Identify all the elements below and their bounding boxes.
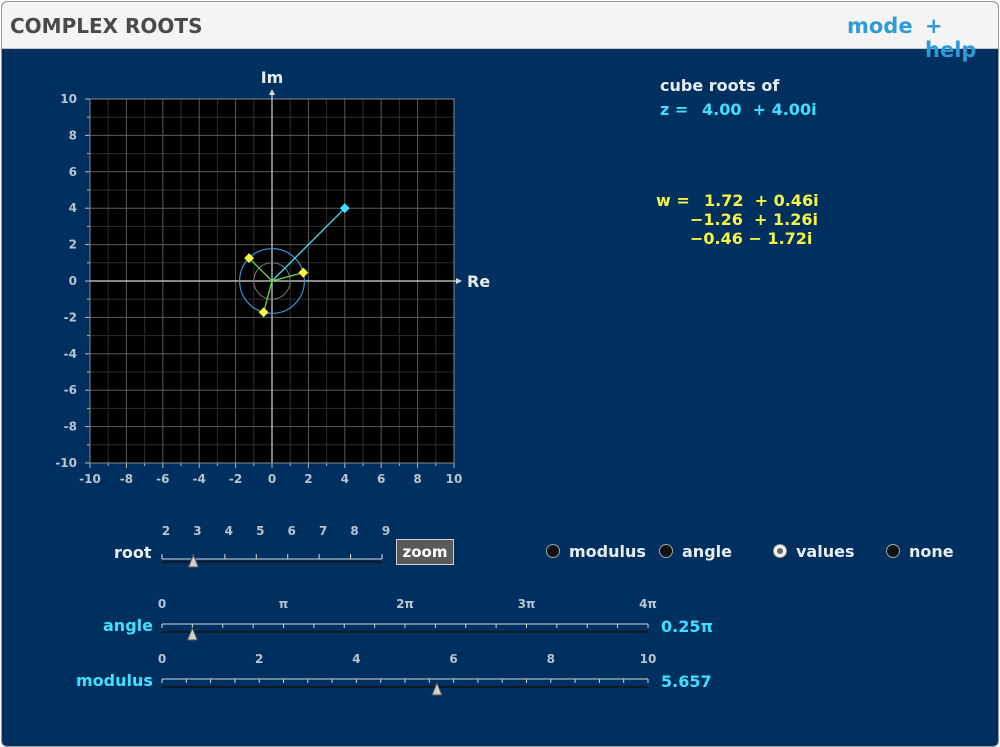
root-slider[interactable] [158, 541, 388, 571]
app-title: COMPLEX ROOTS [10, 14, 203, 38]
radio-angle[interactable]: angle [659, 540, 732, 562]
y-tick-label: -10 [55, 456, 77, 470]
modulus-tick-label: 0 [157, 652, 167, 666]
y-tick-label: 8 [69, 128, 77, 142]
radio-values-label: values [796, 541, 855, 561]
y-tick-label: -2 [64, 310, 77, 324]
mode-link[interactable]: mode [847, 14, 913, 38]
zoom-button[interactable]: zoom [396, 539, 454, 565]
angle-tick-label: 3π [517, 597, 536, 611]
radio-angle-dot[interactable] [659, 544, 673, 558]
x-tick-label: 4 [341, 472, 349, 486]
radio-modulus[interactable]: modulus [546, 540, 646, 562]
root-tick-label: 9 [381, 524, 391, 538]
main-panel: -10 -10 -8 -8 -6 -6 -4 -4 -2 -2 0 0 2 2 4 4 6 6 8 8 10 10 Re I… [2, 49, 998, 746]
angle-tick-label: 2π [396, 597, 414, 611]
radio-none[interactable]: none [886, 540, 954, 562]
x-tick-label: -10 [79, 472, 101, 486]
radio-angle-label: angle [682, 541, 732, 561]
app-window: COMPLEX ROOTS mode + help -10 -10 -8 -8 -6 -6… [1, 1, 999, 747]
y-tick-label: -6 [64, 383, 77, 397]
readout-header: cube roots of [660, 76, 780, 95]
y-tick-label: 4 [69, 201, 77, 215]
title-bar: COMPLEX ROOTS mode + help [2, 2, 998, 62]
radio-modulus-dot[interactable] [546, 544, 560, 558]
radio-modulus-label: modulus [569, 541, 646, 561]
root-value-2: −1.26 + 1.26i [690, 210, 818, 229]
x-tick-label: 2 [304, 472, 312, 486]
modulus-tick-label: 4 [352, 652, 361, 666]
modulus-slider[interactable] [158, 669, 658, 699]
y-tick-label: 10 [60, 92, 77, 106]
y-tick-label: -8 [64, 420, 77, 434]
angle-tick-label: 4π [639, 597, 657, 611]
radio-values[interactable]: values [773, 540, 854, 562]
w-label: w = [656, 191, 690, 210]
x-tick-label: -4 [193, 472, 206, 486]
z-value: 4.00 + 4.00i [702, 100, 817, 119]
modulus-tick-label: 10 [639, 652, 657, 666]
imag-axis-arrow [269, 89, 275, 95]
modulus-tick-label: 2 [255, 652, 264, 666]
x-tick-label: 6 [377, 472, 385, 486]
y-tick-label: -4 [64, 347, 77, 361]
y-tick-label: 2 [69, 238, 77, 252]
modulus-value: 5.657 [661, 672, 712, 691]
x-tick-label: 8 [413, 472, 421, 486]
root-tick-label: 6 [287, 524, 296, 538]
modulus-tick-label: 6 [449, 652, 458, 666]
root-slider-label: root [114, 543, 152, 562]
y-tick-label: 0 [69, 274, 77, 288]
angle-tick-label: π [278, 597, 289, 611]
root-tick-label: 5 [256, 524, 265, 538]
radio-values-dot[interactable] [773, 544, 787, 558]
radio-none-label: none [909, 541, 954, 561]
root-tick-label: 2 [161, 524, 171, 538]
modulus-slider-label: modulus [76, 671, 153, 690]
angle-slider[interactable] [158, 614, 658, 644]
x-tick-label: 0 [268, 472, 276, 486]
modulus-tick-label: 8 [546, 652, 555, 666]
x-tick-label: 10 [446, 472, 463, 486]
root-tick-label: 3 [193, 524, 202, 538]
x-tick-label: -6 [156, 472, 169, 486]
modulus-slider-thumb[interactable] [431, 681, 443, 696]
root-tick-label: 4 [224, 524, 234, 538]
angle-value: 0.25π [661, 617, 714, 636]
radio-none-dot[interactable] [886, 544, 900, 558]
y-tick-label: 6 [69, 165, 77, 179]
angle-slider-label: angle [103, 616, 153, 635]
real-axis-label: Re [467, 272, 490, 291]
root-value-3: −0.46 − 1.72i [690, 229, 813, 248]
root-tick-label: 8 [350, 524, 359, 538]
x-tick-label: -8 [120, 472, 133, 486]
imag-axis-label: Im [261, 68, 284, 87]
root-tick-label: 7 [318, 524, 328, 538]
z-label: z = [660, 100, 689, 119]
angle-slider-thumb[interactable] [186, 626, 199, 641]
x-tick-label: -2 [229, 472, 242, 486]
real-axis-arrow [456, 278, 462, 284]
angle-tick-label: 0 [157, 597, 167, 611]
root-value-1: 1.72 + 0.46i [704, 191, 819, 210]
